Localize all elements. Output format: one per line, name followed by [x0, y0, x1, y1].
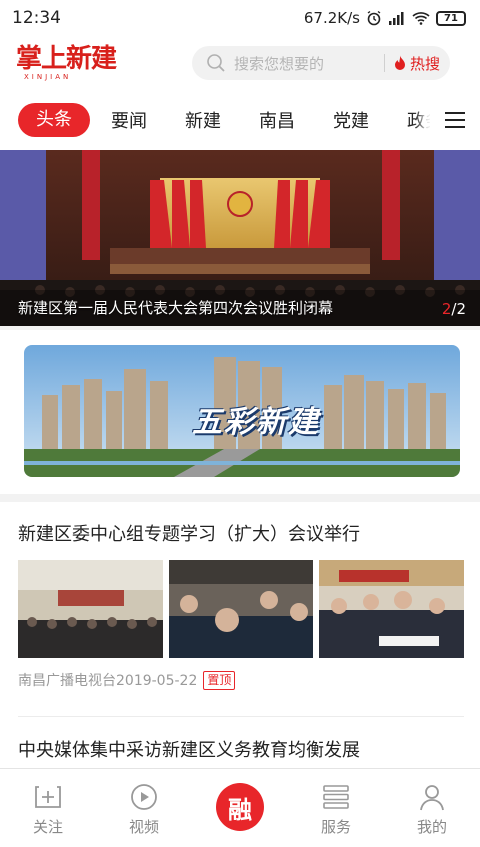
news-source-date: 南昌广播电视台2019-05-22 — [18, 673, 198, 689]
pinned-badge: 置顶 — [203, 670, 236, 690]
status-time: 12:34 — [12, 8, 61, 28]
wifi-icon — [412, 12, 430, 25]
promo-banner[interactable]: 五彩新建 — [24, 345, 460, 477]
carousel-current: 2 — [441, 300, 452, 318]
carousel-counter: 2/2 — [442, 300, 466, 318]
tab-xinjian[interactable]: 新建 — [166, 107, 240, 133]
tab-party[interactable]: 党建 — [314, 107, 388, 133]
news-title[interactable]: 中央媒体集中采访新建区义务教育均衡发展 — [18, 738, 464, 764]
list-divider — [18, 716, 464, 717]
status-icons: 67.2K/s 71 — [304, 9, 466, 27]
tab-nanchang[interactable]: 南昌 — [240, 107, 314, 133]
nav-video-label: 视频 — [128, 818, 159, 836]
tab-headlines[interactable]: 头条 — [18, 103, 90, 137]
hot-search-button[interactable]: 热搜 — [393, 53, 440, 74]
tab-news[interactable]: 要闻 — [92, 107, 166, 133]
news-thumbnail — [319, 560, 465, 658]
news-title[interactable]: 新建区委中心组专题学习（扩大）会议举行 — [18, 522, 464, 548]
bottom-nav: 关注 视频 融 服务 我的 — [0, 768, 480, 847]
hot-search-label: 热搜 — [410, 54, 441, 73]
nav-follow-label: 关注 — [32, 818, 63, 836]
battery-icon: 71 — [436, 10, 466, 26]
search-bar[interactable]: 搜索您想要的 热搜 — [192, 46, 450, 80]
carousel-caption: 新建区第一届人民代表大会第四次会议胜利闭幕 — [18, 299, 334, 317]
news-thumbnail — [168, 560, 314, 658]
app-logo: 掌上新建 XINJIAN — [16, 44, 126, 84]
user-icon — [417, 780, 447, 814]
status-bar: 12:34 67.2K/s 71 — [0, 0, 480, 36]
logo-text: 掌上新建 — [16, 44, 117, 74]
play-circle-icon — [129, 780, 159, 814]
app-header: 掌上新建 XINJIAN 搜索您想要的 热搜 — [0, 36, 480, 92]
news-thumbnail — [18, 560, 163, 658]
logo-subtext: XINJIAN — [24, 73, 72, 81]
search-divider — [384, 54, 385, 72]
channel-tabs: 头条 要闻 新建 南昌 党建 政务 — [0, 96, 480, 144]
alarm-icon — [367, 10, 381, 26]
promo-text: 五彩新建 — [192, 405, 320, 440]
nav-video[interactable]: 视频 — [96, 769, 192, 847]
section-gap — [0, 494, 480, 502]
news-item[interactable]: 新建区委中心组专题学习（扩大）会议举行 南昌广播电视台2019-05-22 置顶 — [18, 522, 465, 690]
nav-follow[interactable]: 关注 — [0, 769, 96, 847]
center-fab-button[interactable]: 融 — [216, 783, 264, 831]
nav-profile[interactable]: 我的 — [384, 769, 480, 847]
news-item[interactable]: 中央媒体集中采访新建区义务教育均衡发展 — [18, 738, 464, 764]
follow-plus-icon — [33, 780, 63, 814]
news-meta: 南昌广播电视台2019-05-22 置顶 — [18, 670, 464, 690]
nav-center[interactable]: 融 — [192, 769, 288, 847]
carousel-total: /2 — [451, 300, 466, 318]
headline-carousel[interactable]: 新建区第一届人民代表大会第四次会议胜利闭幕 2/2 — [0, 150, 480, 326]
network-speed: 67.2K/s — [303, 9, 360, 27]
nav-service-label: 服务 — [320, 818, 351, 836]
search-icon — [207, 54, 225, 72]
promo-section: 五彩新建 — [0, 330, 480, 494]
flame-icon — [395, 55, 405, 70]
news-thumbnails — [18, 560, 465, 658]
list-icon — [321, 780, 351, 814]
menu-icon — [445, 112, 465, 128]
nav-service[interactable]: 服务 — [288, 769, 384, 847]
search-input[interactable]: 搜索您想要的 — [234, 53, 384, 74]
signal-icon — [389, 12, 404, 25]
channel-menu-button[interactable] — [430, 96, 480, 144]
nav-profile-label: 我的 — [416, 818, 447, 836]
